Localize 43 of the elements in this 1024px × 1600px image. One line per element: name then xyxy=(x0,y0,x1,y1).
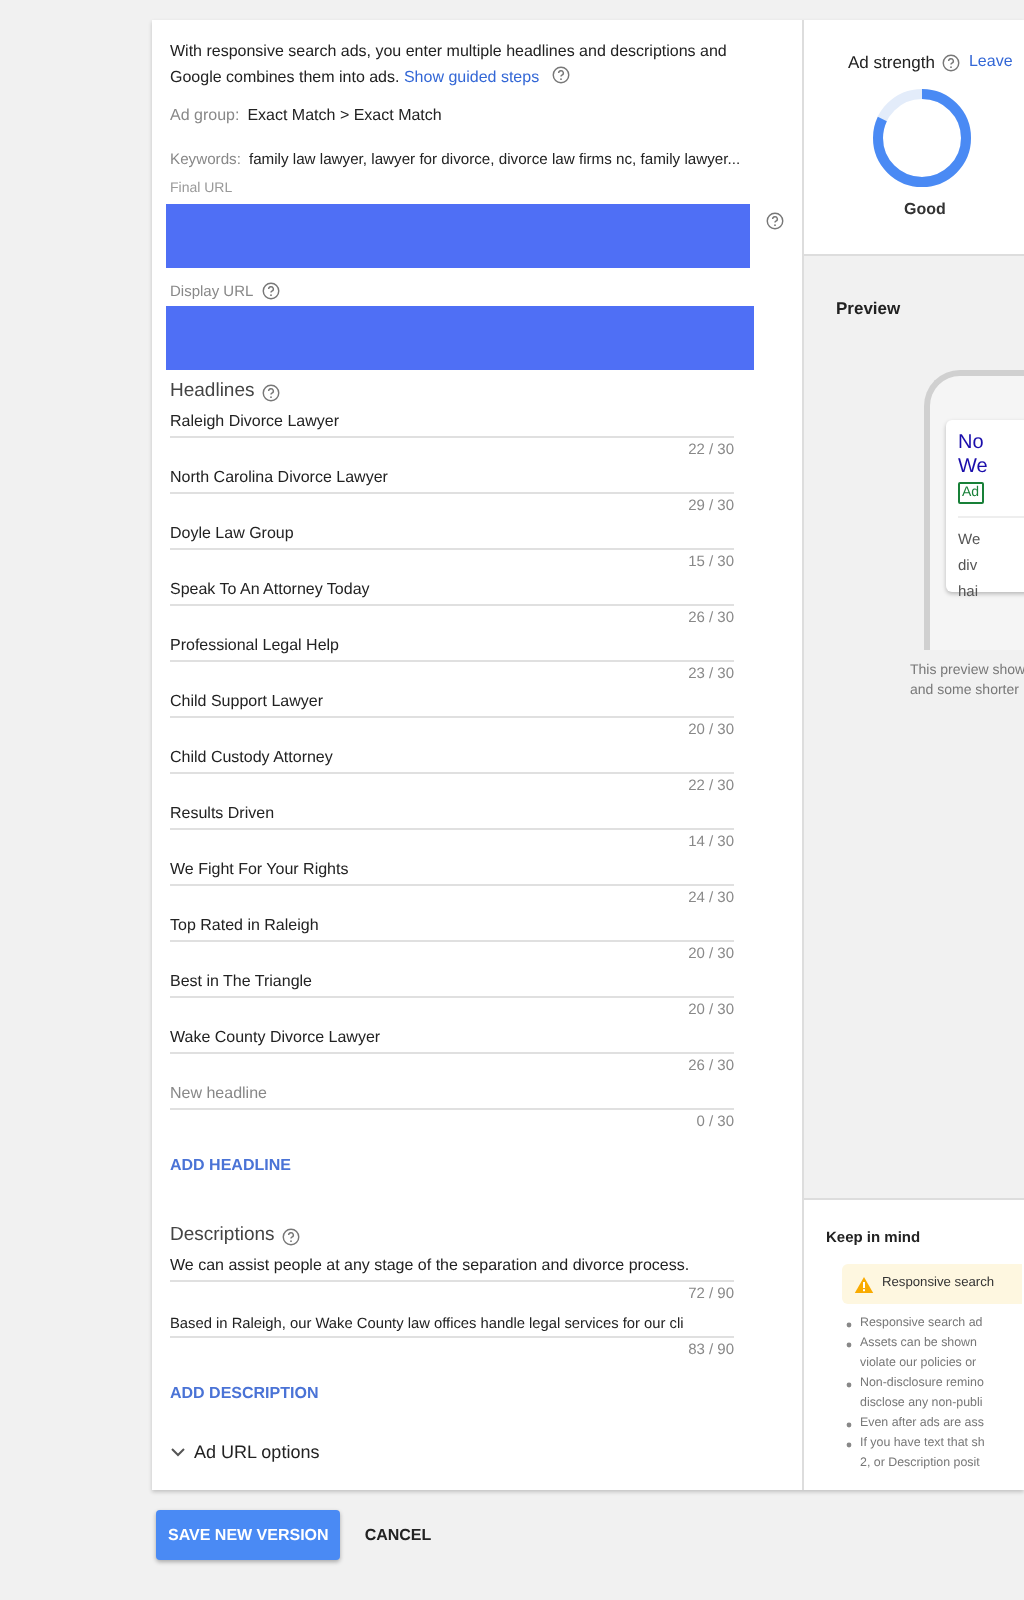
chevron-icon xyxy=(170,1446,186,1459)
ad-group-value: Exact Match > Exact Match xyxy=(247,104,442,128)
help-icon[interactable] xyxy=(282,1228,301,1247)
bullet-icon xyxy=(846,1421,852,1428)
help-icon[interactable] xyxy=(551,66,570,84)
add-description-button[interactable]: ADD DESCRIPTION xyxy=(170,1381,319,1406)
intro-text: With responsive search ads, you enter multiple headlines and descriptions and Google combines them into ads. Show guided steps xyxy=(170,40,729,90)
input-text[interactable]: North Carolina Divorce Lawyer xyxy=(170,466,388,491)
help-icon[interactable] xyxy=(262,383,281,402)
field-label: Ad group: xyxy=(170,104,240,128)
input-text[interactable]: Raleigh Divorce Lawyer xyxy=(170,410,339,435)
input-text[interactable]: Best in The Triangle xyxy=(170,970,313,995)
leave-link[interactable]: Leave xyxy=(968,50,1013,75)
help-icon[interactable] xyxy=(942,53,961,72)
input-text[interactable]: Results Driven xyxy=(170,802,275,827)
input-text[interactable]: Top Rated in Raleigh xyxy=(170,914,319,939)
input-text[interactable]: Child Support Lawyer xyxy=(170,690,323,715)
input-text[interactable]: Doyle Law Group xyxy=(170,522,294,547)
preview-title: Preview xyxy=(836,298,901,318)
bullet-icon xyxy=(846,1341,852,1348)
guided-steps-link[interactable]: Show guided steps xyxy=(403,68,540,86)
bullet-icon xyxy=(846,1441,852,1448)
input-text[interactable]: Child Custody Attorney xyxy=(170,746,333,771)
ad-headline: We xyxy=(958,456,990,480)
section-title: Headlines xyxy=(170,378,255,407)
input-text[interactable]: Professional Legal Help xyxy=(170,634,339,659)
ad-strength-title: Ad strength xyxy=(848,50,935,76)
add-headline-button[interactable]: ADD HEADLINE xyxy=(170,1154,291,1179)
help-icon[interactable] xyxy=(261,282,280,301)
ad-url-options-toggle[interactable]: Ad URL options xyxy=(170,1439,320,1467)
input-text[interactable]: We Fight For Your Rights xyxy=(170,858,349,883)
bullet-icon xyxy=(846,1381,852,1388)
bullet-icon xyxy=(846,1321,852,1328)
strength-rating: Good xyxy=(904,197,948,222)
ad-headline: No xyxy=(958,432,986,456)
headline-placeholder[interactable]: New headline xyxy=(170,1082,267,1107)
help-icon[interactable] xyxy=(766,211,784,230)
warning-icon xyxy=(854,1275,874,1294)
input-text[interactable]: Wake County Divorce Lawyer xyxy=(170,1026,381,1051)
input-text[interactable]: Speak To An Attorney Today xyxy=(170,578,370,603)
cancel-button[interactable]: CANCEL xyxy=(364,1523,432,1547)
input-text[interactable]: We can assist people at any stage of the separation and divorce process. xyxy=(170,1253,690,1278)
section-title: Descriptions xyxy=(170,1222,275,1251)
